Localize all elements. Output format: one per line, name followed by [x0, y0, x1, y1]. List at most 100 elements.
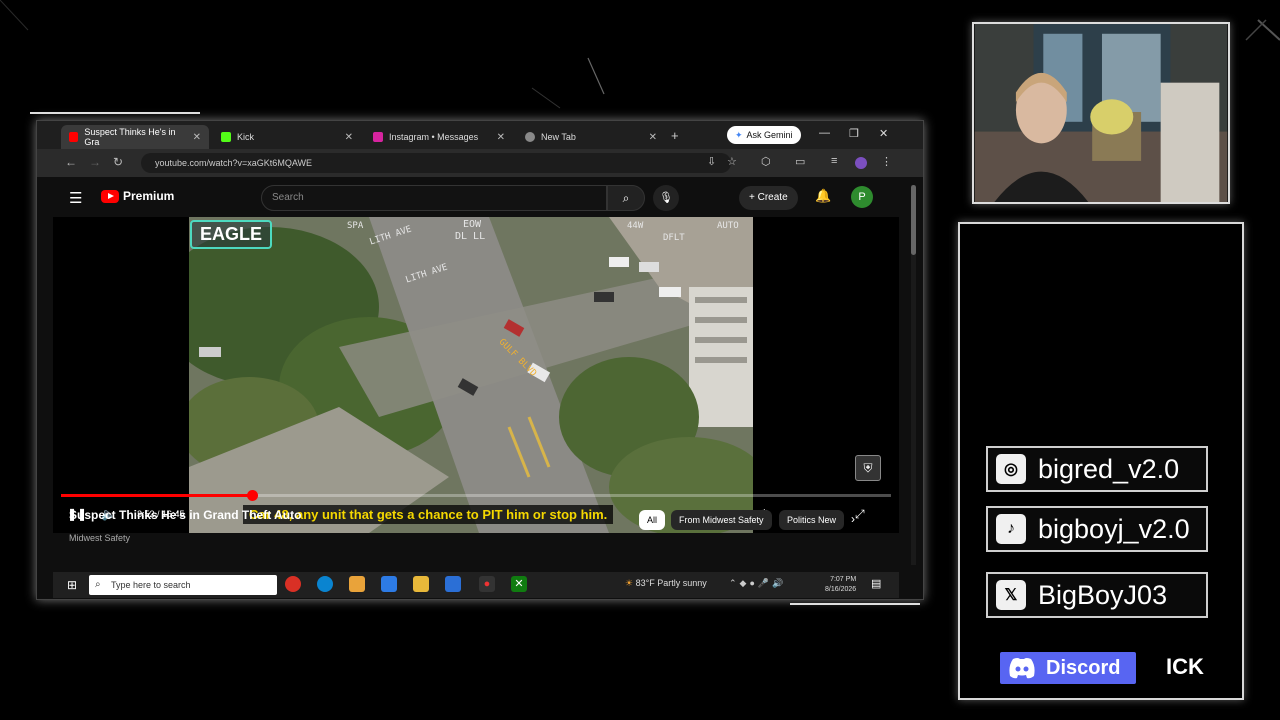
weather-text: 83°F Partly sunny: [635, 578, 707, 588]
video-title: Suspect Thinks He's in Grand Theft Auto: [69, 508, 302, 522]
close-tab-icon[interactable]: ✕: [193, 132, 201, 143]
chrome-icon[interactable]: [285, 576, 301, 592]
channel-watermark-icon[interactable]: ⛨: [855, 455, 881, 481]
chip-politics[interactable]: Politics New: [779, 510, 845, 530]
file-explorer-icon[interactable]: [413, 576, 429, 592]
kick-logo[interactable]: ICK: [1166, 654, 1204, 680]
youtube-favicon-icon: [69, 132, 79, 142]
discord-label: Discord: [1046, 656, 1121, 679]
instagram-icon: ◎: [996, 454, 1026, 484]
back-icon[interactable]: ←: [65, 155, 77, 169]
browser-window: Suspect Thinks He's in Gra ✕ Kick ✕ Inst…: [36, 120, 924, 600]
create-button[interactable]: + Create: [739, 186, 798, 210]
url-field[interactable]: youtube.com/watch?v=xaGKt6MQAWE: [141, 153, 731, 173]
close-window-icon[interactable]: ✕: [879, 127, 888, 140]
ask-gemini-button[interactable]: ✦ Ask Gemini: [727, 126, 801, 144]
progress-bar[interactable]: [61, 490, 891, 501]
new-tab-icon[interactable]: +: [671, 128, 679, 143]
tab-instagram[interactable]: Instagram • Messages ✕: [365, 125, 513, 149]
clock-date: 8/16/2026: [825, 586, 857, 593]
tab-label: New Tab: [541, 132, 576, 142]
reading-list-icon[interactable]: ≡: [831, 155, 837, 167]
eagle-badge: EAGLE: [190, 220, 273, 249]
menu-kebab-icon[interactable]: ⋮: [881, 155, 892, 168]
weather-widget[interactable]: ☀ 83°F Partly sunny: [625, 578, 707, 589]
search-icon: ⌕: [95, 579, 101, 590]
progress-scrubber[interactable]: [246, 490, 258, 501]
youtube-header: ☰ Premium Search ⌕ 🎙 + Create 🔔 P: [53, 177, 899, 217]
bookmark-star-icon[interactable]: ☆: [727, 155, 737, 168]
reload-icon[interactable]: ↻: [113, 155, 123, 169]
search-placeholder: Search: [272, 192, 304, 203]
windows-taskbar: ⊞ ⌕ Type here to search ● ✕ ☀ 83°F Partl…: [53, 572, 899, 598]
profile-icon[interactable]: [855, 157, 867, 169]
fullscreen-icon[interactable]: ⤢: [855, 507, 865, 522]
voice-search-button[interactable]: 🎙: [653, 185, 679, 211]
x-handle: BigBoyJ03: [1038, 579, 1168, 610]
discord-button[interactable]: Discord: [1000, 652, 1136, 684]
store-icon[interactable]: [445, 576, 461, 592]
tab-label: Instagram • Messages: [389, 132, 479, 142]
url-text: youtube.com/watch?v=xaGKt6MQAWE: [155, 158, 312, 168]
minimize-icon[interactable]: —: [819, 127, 830, 139]
tab-youtube[interactable]: Suspect Thinks He's in Gra ✕: [61, 125, 209, 149]
social-x[interactable]: 𝕏 BigBoyJ03: [986, 572, 1208, 618]
tiktok-icon: ♪: [996, 514, 1026, 544]
close-tab-icon[interactable]: ✕: [497, 132, 505, 143]
install-icon[interactable]: ⇩: [707, 155, 716, 168]
social-tiktok[interactable]: ♪ bigboyj_v2.0: [986, 506, 1208, 552]
sun-cloud-icon: ☀: [625, 578, 634, 588]
video-frame[interactable]: [189, 217, 753, 533]
notifications-bell-icon[interactable]: 🔔: [815, 188, 831, 204]
extensions-icon[interactable]: ⬡: [761, 155, 771, 168]
taskbar-search-placeholder: Type here to search: [111, 580, 191, 590]
scrollbar-thumb[interactable]: [911, 185, 916, 255]
photos-icon[interactable]: [381, 576, 397, 592]
edge-icon[interactable]: [317, 576, 333, 592]
channel-name[interactable]: Midwest Safety: [69, 533, 130, 543]
tab-kick[interactable]: Kick ✕: [213, 125, 361, 149]
tab-bar: Suspect Thinks He's in Gra ✕ Kick ✕ Inst…: [37, 121, 923, 149]
instagram-favicon-icon: [373, 132, 383, 142]
instagram-handle: bigred_v2.0: [1038, 453, 1180, 484]
microphone-icon: 🎙: [659, 192, 673, 204]
hamburger-menu-icon[interactable]: ☰: [69, 189, 82, 207]
chevron-right-icon[interactable]: ›: [851, 512, 855, 526]
overlay-dflt: DFLT: [663, 233, 685, 243]
copilot-icon[interactable]: [349, 576, 365, 592]
search-input[interactable]: Search: [261, 185, 607, 211]
social-instagram[interactable]: ◎ bigred_v2.0: [986, 446, 1208, 492]
gemini-sparkle-icon: ✦: [735, 129, 743, 140]
restore-icon[interactable]: ❐: [849, 127, 859, 140]
tab-new[interactable]: New Tab ✕: [517, 125, 665, 149]
taskbar-search-input[interactable]: ⌕ Type here to search: [89, 575, 277, 595]
xbox-icon[interactable]: ✕: [511, 576, 527, 592]
notifications-icon[interactable]: ▤: [871, 577, 881, 590]
youtube-logo[interactable]: Premium: [101, 189, 174, 203]
social-panel: ◎ bigred_v2.0 ♪ bigboyj_v2.0 𝕏 BigBoyJ03…: [958, 222, 1244, 700]
search-icon: ⌕: [622, 191, 630, 205]
logo-text: Premium: [123, 189, 175, 203]
chip-all[interactable]: All: [639, 510, 666, 530]
obs-icon[interactable]: ●: [479, 576, 495, 592]
chip-from-channel[interactable]: From Midwest Safety: [671, 510, 772, 530]
windows-start-icon[interactable]: ⊞: [67, 578, 77, 592]
avatar-letter: P: [858, 191, 866, 203]
forward-icon[interactable]: →: [89, 155, 101, 169]
overlay-eow: EOW: [463, 219, 482, 230]
cast-tab-icon[interactable]: ▭: [795, 155, 805, 168]
gemini-label: Ask Gemini: [746, 130, 793, 140]
taskbar-clock[interactable]: 7:07 PM 8/16/2026: [825, 575, 856, 595]
address-bar-row: ← → ↻ youtube.com/watch?v=xaGKt6MQAWE ⇩ …: [37, 149, 923, 177]
close-tab-icon[interactable]: ✕: [345, 132, 353, 143]
page-scrollbar[interactable]: [911, 185, 916, 565]
system-tray[interactable]: ⌃◆●🎤🔊: [729, 578, 786, 589]
video-player[interactable]: EAGLE SPA LITH AVE LITH AVE EOW DL LL 44…: [53, 217, 899, 533]
x-icon: 𝕏: [996, 580, 1026, 610]
close-tab-icon[interactable]: ✕: [649, 132, 657, 143]
account-avatar[interactable]: P: [851, 186, 873, 208]
clock-time: 7:07 PM: [830, 576, 857, 583]
search-button[interactable]: ⌕: [607, 185, 645, 211]
discord-icon: [1009, 658, 1035, 679]
overlay-heading: 44W: [627, 221, 644, 231]
